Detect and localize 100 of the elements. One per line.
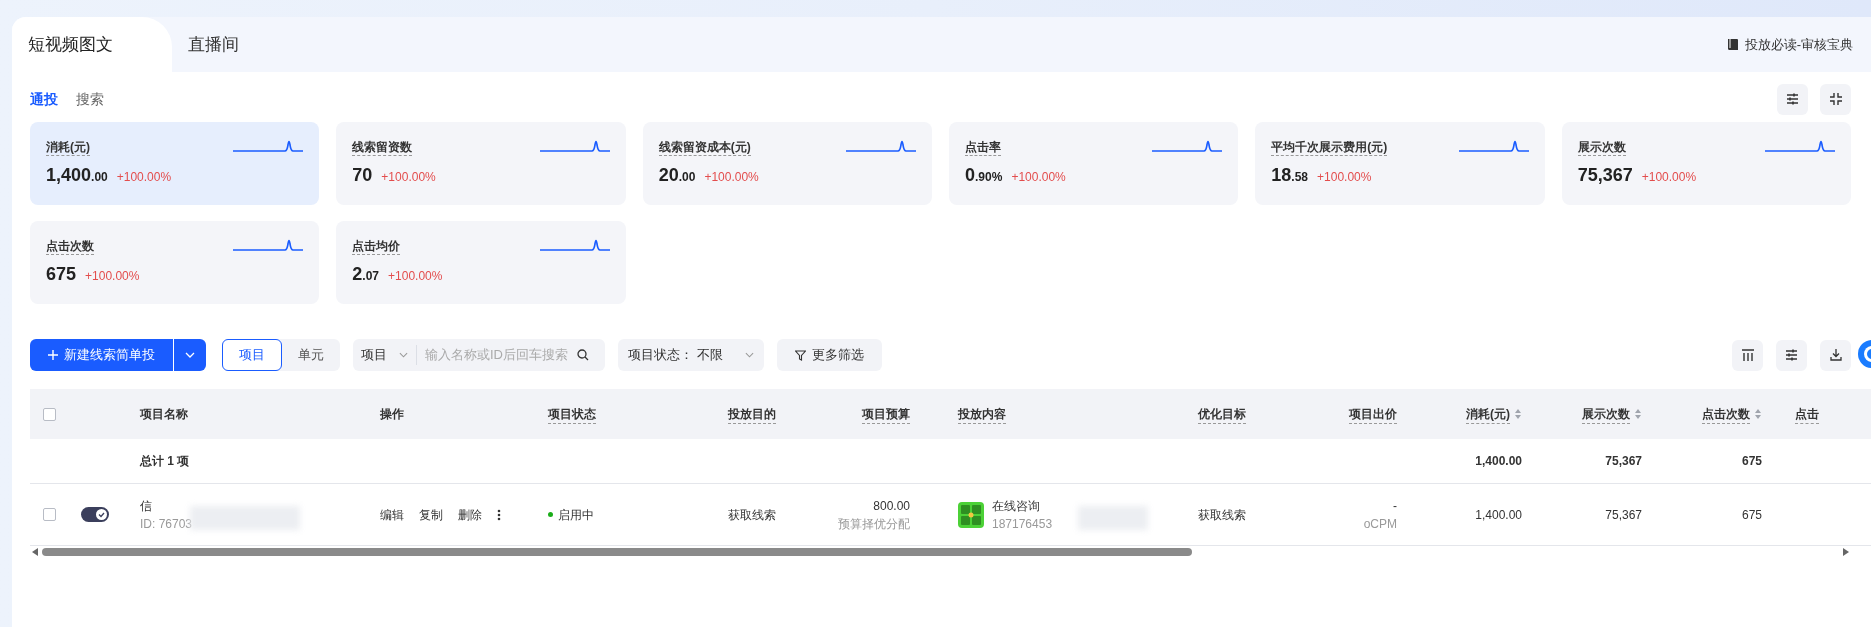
cost-value: 1,400.00 [1475,506,1522,524]
target-text: 获取线索 [1198,506,1246,524]
bid-type: oCPM [1363,515,1397,533]
column-header: 点击 [1795,404,1819,424]
book-icon [1726,38,1739,51]
column-header: 投放内容 [958,404,1006,424]
bid-value: - [1393,497,1397,515]
column-header: 优化目标 [1198,404,1246,424]
horizontal-scrollbar[interactable] [30,546,1851,558]
download-icon [1829,349,1842,361]
chevron-down-icon [745,352,754,358]
metric-value: 75,367 [1577,164,1633,187]
change-percent: +100.00% [1011,169,1066,186]
settings-button[interactable] [1776,339,1807,371]
column-header: 投放目的 [728,404,776,424]
download-button[interactable] [1820,339,1851,371]
action-link[interactable]: 编辑 [380,505,404,524]
change-percent: +100.00% [1641,169,1697,186]
switch-knob-check-icon [96,509,107,520]
metric-card[interactable]: 线索留资数 70 +100.00% [336,122,626,205]
more-icon[interactable] [497,508,501,521]
action-link[interactable]: 删除 [458,505,482,524]
chevron-down-icon [185,352,195,358]
metric-label: 展示次数 [1577,139,1626,156]
metric-value: 2.07 [352,263,380,286]
metric-label: 点击次数 [46,238,94,255]
metric-value: 675 [46,263,77,286]
metric-card[interactable]: 线索留资成本(元) 20.00 +100.00% [642,122,932,205]
metric-card[interactable]: 消耗(元) 1,400.00 +100.00% [30,122,320,205]
filter-icon [795,349,806,361]
metric-card[interactable]: 展示次数 75,367 +100.00% [1561,122,1851,205]
change-percent: +100.00% [704,169,759,186]
level-toggle[interactable]: 单元 [282,339,340,371]
total-impressions: 75,367 [1605,453,1642,470]
metric-label: 线索留资成本(元) [658,139,751,156]
sub-tab[interactable]: 搜索 [76,88,104,110]
collapse-button[interactable] [1820,83,1851,115]
top-tab[interactable]: 直播间 [172,17,322,72]
sliders-icon [1786,93,1799,105]
level-toggle[interactable]: 项目 [222,339,282,371]
checkbox[interactable] [43,407,56,421]
column-header: 项目名称 [140,406,188,423]
metric-value: 70 [352,164,373,187]
column-header: 操作 [380,406,404,423]
total-clicks: 675 [1741,453,1762,470]
metric-label: 消耗(元) [46,139,90,156]
more-filters-button[interactable]: 更多筛选 [777,339,882,371]
column-header[interactable]: 消耗(元) [1466,404,1522,424]
create-button[interactable]: 新建线索简单投 [30,339,173,371]
metric-value: 0.90% [965,164,1003,187]
status-switch[interactable] [81,507,109,522]
column-header[interactable]: 点击次数 [1702,404,1762,424]
dropdown-button[interactable] [174,339,206,371]
collapse-icon [1829,93,1842,105]
content-title: 在线咨询 [992,497,1041,515]
total-label: 总计 1 项 [140,453,190,470]
budget-amount: 800.00 [873,497,910,515]
scroll-right-icon[interactable] [1843,548,1849,556]
change-percent: +100.00% [388,268,443,285]
settings-button[interactable] [1777,83,1808,115]
columns-button[interactable] [1732,339,1763,371]
checkbox[interactable] [43,508,56,521]
sub-tab[interactable]: 通投 [30,88,58,110]
project-id: ID: 76703 [140,515,193,533]
column-header: 项目状态 [548,404,596,424]
scrollbar-thumb[interactable] [42,548,1192,556]
metric-card[interactable]: 点击次数 675 +100.00% [30,221,320,304]
plus-icon [48,350,58,360]
metric-card[interactable]: 平均千次展示费用(元) 18.58 +100.00% [1255,122,1545,205]
scope-select[interactable]: 项目 [361,345,417,365]
impressions-value: 75,367 [1605,506,1642,524]
column-header[interactable]: 展示次数 [1582,404,1642,424]
column-header: 项目出价 [1349,404,1397,424]
purpose-text: 获取线索 [728,506,776,524]
content-id: 187176453 [992,515,1053,533]
change-percent: +100.00% [381,169,436,186]
status-text: 启用中 [558,506,594,524]
metric-label: 平均千次展示费用(元) [1271,139,1388,156]
metric-label: 点击率 [965,139,1001,156]
metric-label: 点击均价 [352,238,401,255]
search-icon[interactable] [577,349,589,361]
metric-value: 1,400.00 [46,164,108,187]
project-name: 信 [140,497,152,515]
metric-card[interactable]: 点击均价 2.07 +100.00% [336,221,626,304]
action-link[interactable]: 复制 [419,505,443,524]
columns-icon [1741,349,1754,361]
metric-card[interactable]: 点击率 0.90% +100.00% [949,122,1239,205]
change-percent: +100.00% [1317,169,1372,186]
chevron-down-icon [399,352,408,358]
status-filter[interactable]: 项目状态： 不限 [618,339,764,371]
scroll-left-icon[interactable] [32,548,38,556]
column-header: 项目预算 [862,404,910,424]
assistant-icon[interactable] [1857,339,1871,369]
sliders-icon [1785,349,1798,361]
guide-link[interactable]: 投放必读-审核宝典 [1726,17,1853,72]
search-field[interactable]: 项目 输入名称或ID后回车搜索 [353,339,605,371]
budget-note: 预算择优分配 [838,515,910,533]
total-cost: 1,400.00 [1475,453,1522,470]
top-tab[interactable]: 短视频图文 [12,17,172,72]
change-percent: +100.00% [85,268,140,285]
